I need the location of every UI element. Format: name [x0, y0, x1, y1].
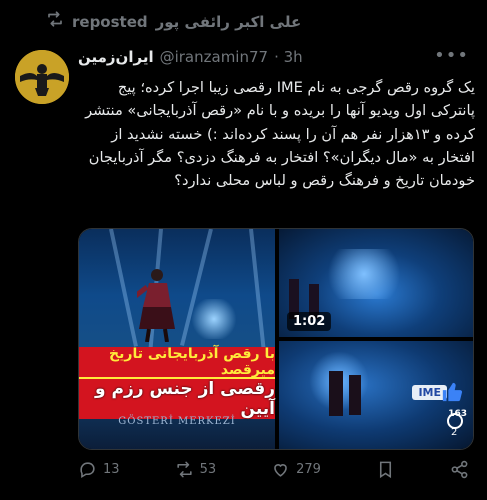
- reply-count: 13: [103, 462, 120, 477]
- bookmark-button[interactable]: [376, 460, 395, 479]
- reposted-label: reposted: [72, 12, 148, 31]
- media-video-right-top[interactable]: 1:02: [279, 229, 473, 337]
- media-video-left[interactable]: با رقص آذربایجانی تاریخ میرقصد رقصی از ج…: [79, 229, 275, 449]
- handle[interactable]: @iranzamin77: [160, 48, 268, 66]
- reply-icon: [80, 462, 95, 479]
- like-count: 279: [296, 462, 321, 477]
- page-count: 2: [451, 427, 458, 438]
- dancer-figure: [137, 269, 175, 342]
- share-icon: [451, 460, 468, 479]
- more-options-icon[interactable]: •••: [434, 45, 469, 66]
- reposter-name[interactable]: علی اکبر رائفی پور: [156, 13, 302, 31]
- tweet-text: یک گروه رقص گرجی به نام IME رقصی زیبا اج…: [85, 79, 475, 190]
- timestamp[interactable]: · 3h: [274, 48, 303, 66]
- video-caption-top: با رقص آذربایجانی تاریخ میرقصد: [79, 346, 275, 378]
- heart-icon: [274, 464, 287, 477]
- repost-header[interactable]: reposted علی اکبر رائفی پور: [46, 10, 301, 33]
- reply-button[interactable]: 13: [78, 460, 120, 479]
- action-bar: 13 53 279: [78, 460, 469, 479]
- repost-button[interactable]: 53: [175, 460, 217, 479]
- repost-icon: [176, 461, 192, 478]
- video-caption-bottom: رقصی از جنس رزم و آیین: [79, 377, 275, 419]
- tweet-header: ایران‌زمین @iranzamin77 · 3h: [78, 48, 447, 66]
- like-button[interactable]: 279: [271, 460, 321, 479]
- display-name[interactable]: ایران‌زمین: [78, 48, 154, 66]
- media-video-right-bottom[interactable]: IME 163 2: [279, 341, 473, 449]
- repost-icon: [46, 10, 64, 33]
- video-footer-text: GÖSTERİ MERKEZİ: [118, 416, 236, 427]
- bookmark-icon: [379, 461, 392, 479]
- share-button[interactable]: [450, 460, 469, 479]
- thumbs-up-icon: [442, 382, 463, 402]
- avatar[interactable]: [15, 50, 69, 104]
- repost-count: 53: [199, 462, 217, 477]
- media-grid[interactable]: با رقص آذربایجانی تاریخ میرقصد رقصی از ج…: [78, 228, 474, 450]
- video-duration: 1:02: [287, 312, 332, 331]
